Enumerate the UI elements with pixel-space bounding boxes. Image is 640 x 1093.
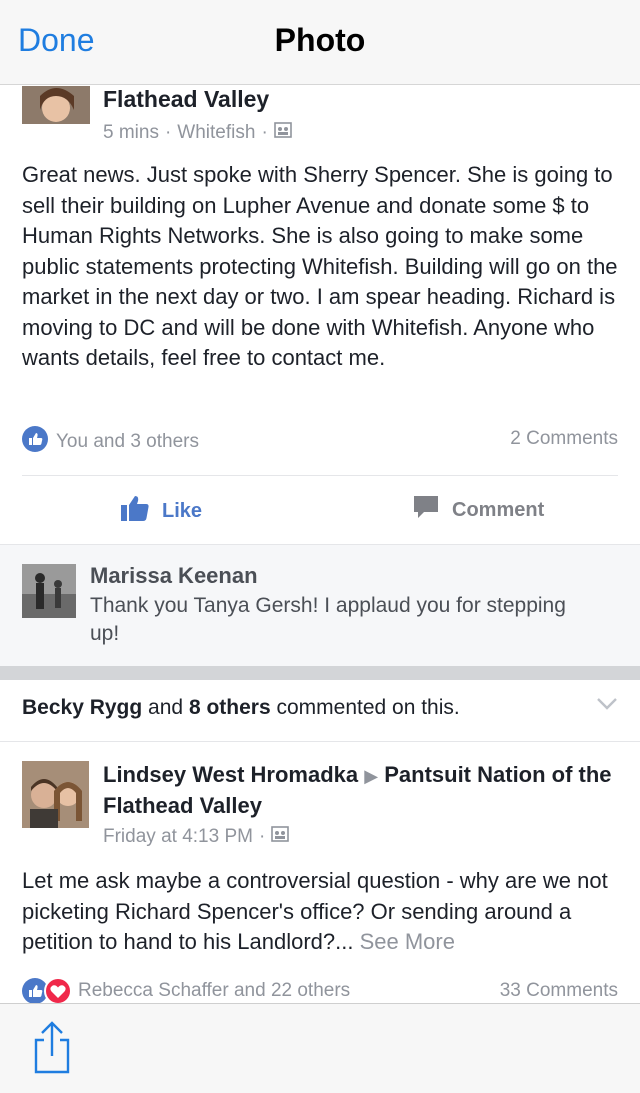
- comments-count[interactable]: 2 Comments: [510, 428, 618, 450]
- meta-dot: ·: [164, 122, 172, 143]
- audience-icon: [273, 122, 292, 144]
- social-name[interactable]: Becky Rygg: [22, 696, 142, 719]
- post-body: Great news. Just spoke with Sherry Spenc…: [22, 162, 618, 370]
- avatar[interactable]: [22, 86, 90, 124]
- audience-icon: [271, 826, 290, 848]
- reaction-text: Rebecca Schaffer and 22 others: [78, 980, 351, 1001]
- avatar[interactable]: [22, 761, 89, 828]
- comment-bubble-icon: [412, 494, 440, 526]
- post-body-text: Let me ask maybe a controversial questio…: [22, 868, 608, 954]
- meta-dot: ·: [258, 826, 266, 847]
- reaction-summary[interactable]: Rebecca Schaffer and 22 others: [22, 977, 351, 1005]
- social-others[interactable]: 8 others: [189, 696, 271, 719]
- post-location[interactable]: Whitefish: [177, 122, 255, 144]
- social-and: and: [142, 696, 189, 719]
- reaction-text: You and 3 others: [56, 431, 199, 452]
- post-meta: 5 mins · Whitefish ·: [103, 122, 292, 144]
- post-author[interactable]: Flathead Valley: [103, 86, 269, 113]
- chevron-down-icon[interactable]: [596, 697, 618, 716]
- comment-label: Comment: [452, 498, 545, 521]
- like-thumb-icon: [22, 977, 72, 1005]
- post-author-line: Lindsey West Hromadka ▶ Pantsuit Nation …: [103, 760, 623, 821]
- bottom-toolbar: [0, 1003, 640, 1093]
- like-button[interactable]: Like: [120, 494, 202, 528]
- like-thumb-icon: [120, 494, 150, 528]
- see-more-link[interactable]: See More: [360, 929, 455, 954]
- divider: [0, 741, 640, 742]
- social-suffix: commented on this.: [270, 696, 460, 719]
- comment-author[interactable]: Marissa Keenan: [90, 563, 258, 589]
- comments-count[interactable]: 33 Comments: [500, 980, 618, 1002]
- like-thumb-icon: [22, 426, 48, 458]
- post-time[interactable]: Friday at 4:13 PM: [103, 826, 253, 848]
- page-title: Photo: [274, 22, 366, 58]
- divider: [22, 475, 618, 476]
- comment-text: Thank you Tanya Gersh! I applaud you for…: [90, 594, 566, 645]
- comment-button[interactable]: Comment: [412, 494, 544, 526]
- reaction-summary[interactable]: You and 3 others: [22, 426, 199, 458]
- post-body: Let me ask maybe a controversial questio…: [22, 866, 622, 958]
- avatar[interactable]: [22, 564, 76, 618]
- post-time[interactable]: 5 mins: [103, 122, 159, 144]
- post-meta: Friday at 4:13 PM ·: [103, 826, 290, 848]
- share-icon[interactable]: [30, 1020, 74, 1081]
- post-author[interactable]: Lindsey West Hromadka: [103, 762, 358, 787]
- social-context[interactable]: Becky Rygg and 8 others commented on thi…: [22, 696, 460, 720]
- like-label: Like: [162, 499, 203, 522]
- arrow-icon: ▶: [364, 766, 379, 786]
- meta-dot: ·: [261, 122, 268, 143]
- section-separator: [0, 666, 640, 680]
